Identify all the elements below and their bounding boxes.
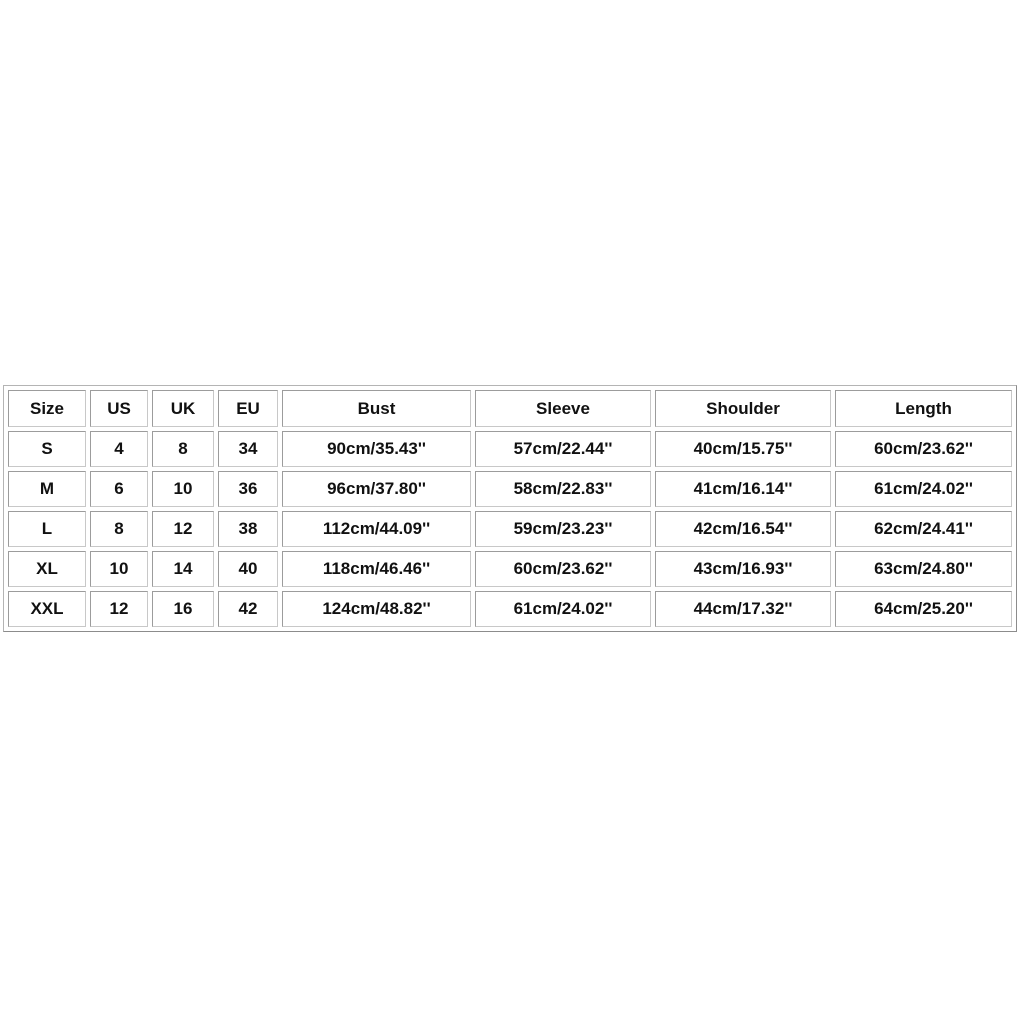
header-row: Size US UK EU Bust Sleeve Shoulder Lengt… (8, 390, 1012, 427)
cell-shoulder: 41cm/16.14'' (655, 471, 831, 507)
size-chart-table: Size US UK EU Bust Sleeve Shoulder Lengt… (3, 385, 1017, 632)
table-row: L 8 12 38 112cm/44.09'' 59cm/23.23'' 42c… (8, 511, 1012, 547)
table-row: XL 10 14 40 118cm/46.46'' 60cm/23.62'' 4… (8, 551, 1012, 587)
cell-bust: 112cm/44.09'' (282, 511, 471, 547)
cell-uk: 16 (152, 591, 214, 627)
cell-us: 12 (90, 591, 148, 627)
header-bust: Bust (282, 390, 471, 427)
cell-shoulder: 42cm/16.54'' (655, 511, 831, 547)
cell-size: XL (8, 551, 86, 587)
cell-uk: 8 (152, 431, 214, 467)
cell-shoulder: 40cm/15.75'' (655, 431, 831, 467)
table-row: XXL 12 16 42 124cm/48.82'' 61cm/24.02'' … (8, 591, 1012, 627)
cell-length: 63cm/24.80'' (835, 551, 1012, 587)
header-shoulder: Shoulder (655, 390, 831, 427)
header-us: US (90, 390, 148, 427)
cell-bust: 118cm/46.46'' (282, 551, 471, 587)
cell-size: XXL (8, 591, 86, 627)
cell-length: 61cm/24.02'' (835, 471, 1012, 507)
cell-bust: 124cm/48.82'' (282, 591, 471, 627)
cell-size: L (8, 511, 86, 547)
header-size: Size (8, 390, 86, 427)
cell-us: 6 (90, 471, 148, 507)
cell-length: 64cm/25.20'' (835, 591, 1012, 627)
cell-eu: 38 (218, 511, 278, 547)
table-row: M 6 10 36 96cm/37.80'' 58cm/22.83'' 41cm… (8, 471, 1012, 507)
cell-length: 60cm/23.62'' (835, 431, 1012, 467)
cell-sleeve: 58cm/22.83'' (475, 471, 651, 507)
cell-eu: 40 (218, 551, 278, 587)
cell-uk: 12 (152, 511, 214, 547)
cell-size: S (8, 431, 86, 467)
cell-eu: 36 (218, 471, 278, 507)
cell-sleeve: 60cm/23.62'' (475, 551, 651, 587)
cell-shoulder: 44cm/17.32'' (655, 591, 831, 627)
cell-us: 4 (90, 431, 148, 467)
header-sleeve: Sleeve (475, 390, 651, 427)
cell-sleeve: 57cm/22.44'' (475, 431, 651, 467)
header-uk: UK (152, 390, 214, 427)
header-length: Length (835, 390, 1012, 427)
cell-uk: 10 (152, 471, 214, 507)
table-row: S 4 8 34 90cm/35.43'' 57cm/22.44'' 40cm/… (8, 431, 1012, 467)
cell-eu: 34 (218, 431, 278, 467)
cell-us: 10 (90, 551, 148, 587)
cell-eu: 42 (218, 591, 278, 627)
cell-sleeve: 59cm/23.23'' (475, 511, 651, 547)
cell-bust: 96cm/37.80'' (282, 471, 471, 507)
cell-shoulder: 43cm/16.93'' (655, 551, 831, 587)
cell-sleeve: 61cm/24.02'' (475, 591, 651, 627)
cell-uk: 14 (152, 551, 214, 587)
header-eu: EU (218, 390, 278, 427)
cell-length: 62cm/24.41'' (835, 511, 1012, 547)
cell-size: M (8, 471, 86, 507)
cell-bust: 90cm/35.43'' (282, 431, 471, 467)
cell-us: 8 (90, 511, 148, 547)
